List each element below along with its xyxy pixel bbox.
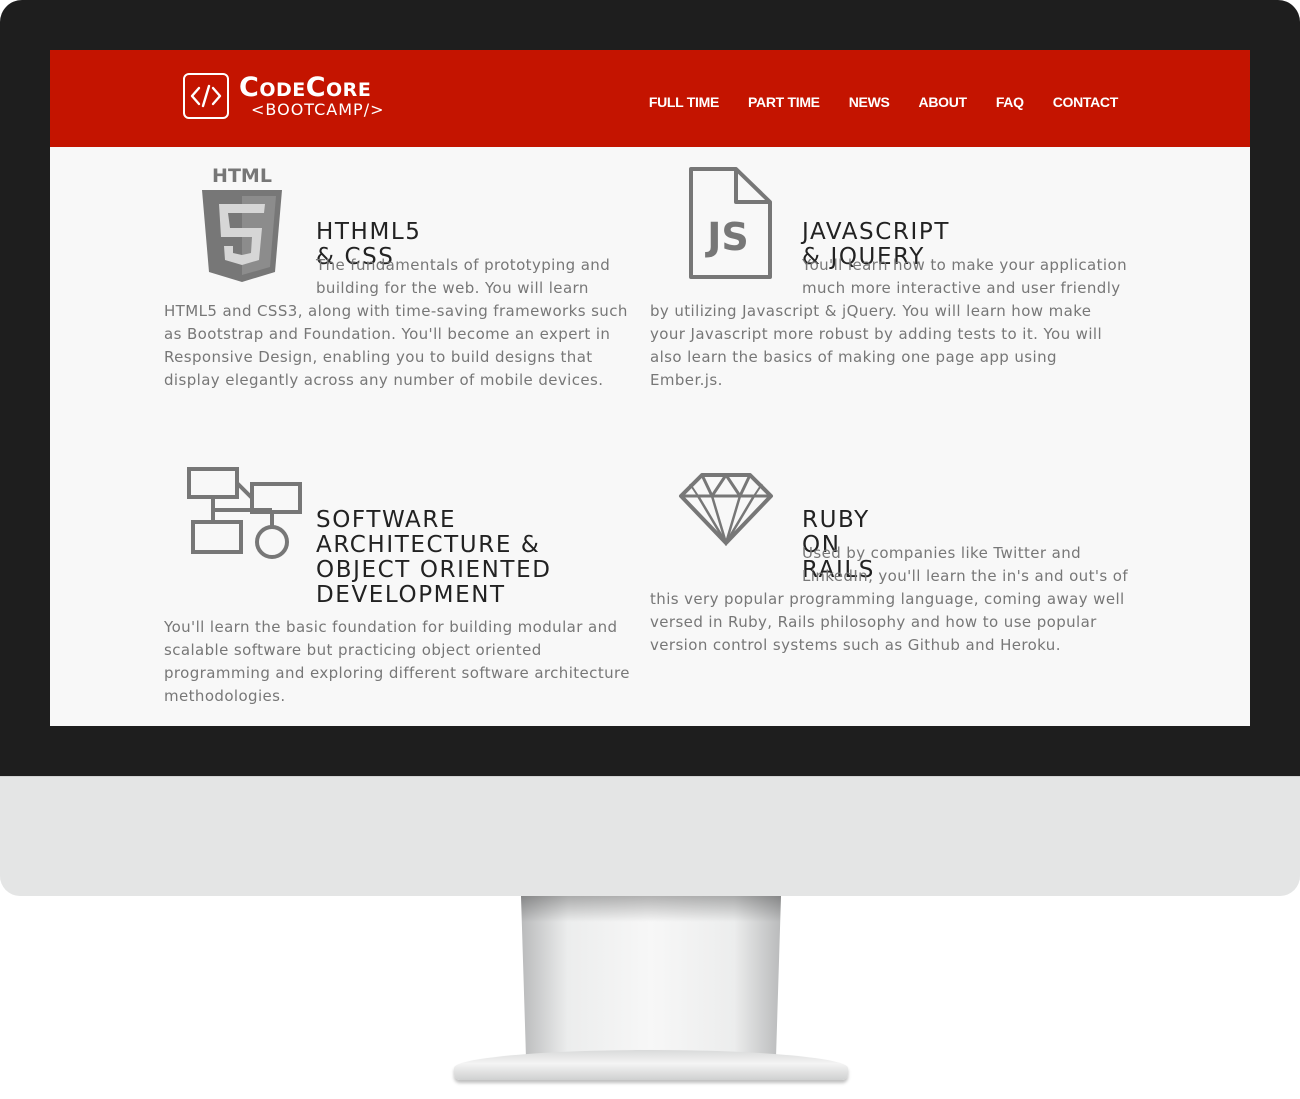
nav-link-news[interactable]: NEWS xyxy=(849,94,890,110)
nav-link-part-time[interactable]: PART TIME xyxy=(748,94,820,110)
monitor-stand xyxy=(521,896,781,1064)
nav-link-about[interactable]: ABOUT xyxy=(919,94,968,110)
monitor-chin xyxy=(0,776,1300,896)
screen: CodeCore <BOOTCAMP/> FULL TIME PART TIME… xyxy=(50,50,1250,726)
main-nav: FULL TIME PART TIME NEWS ABOUT FAQ CONTA… xyxy=(649,94,1118,110)
brand-subtitle: <BOOTCAMP/> xyxy=(251,100,385,119)
site-logo[interactable]: CodeCore <BOOTCAMP/> xyxy=(183,70,385,122)
architecture-diagram-icon xyxy=(186,466,304,567)
feature-text-architecture: You'll learn the basic foundation for bu… xyxy=(164,618,630,705)
brand-name: CodeCore xyxy=(239,72,372,103)
feature-text-html-css: The fundamentals of prototyping and buil… xyxy=(164,256,628,389)
site-header: CodeCore <BOOTCAMP/> FULL TIME PART TIME… xyxy=(50,50,1250,147)
feature-title-architecture: SOFTWARE ARCHITECTURE & OBJECT ORIENTED … xyxy=(316,507,552,608)
ruby-gem-icon xyxy=(678,472,774,551)
nav-link-full-time[interactable]: FULL TIME xyxy=(649,94,719,110)
nav-link-contact[interactable]: CONTACT xyxy=(1053,94,1119,110)
feature-text-ruby-on-rails: Used by companies like Twitter and Linke… xyxy=(650,544,1129,654)
feature-text-javascript: You'll learn how to make your applicatio… xyxy=(650,256,1127,389)
js-icon-label: JS xyxy=(704,215,749,259)
monitor-stand-base xyxy=(454,1050,848,1080)
html5-icon-label: HTML xyxy=(212,166,272,187)
nav-link-faq[interactable]: FAQ xyxy=(996,94,1024,110)
code-brackets-icon xyxy=(183,73,229,119)
